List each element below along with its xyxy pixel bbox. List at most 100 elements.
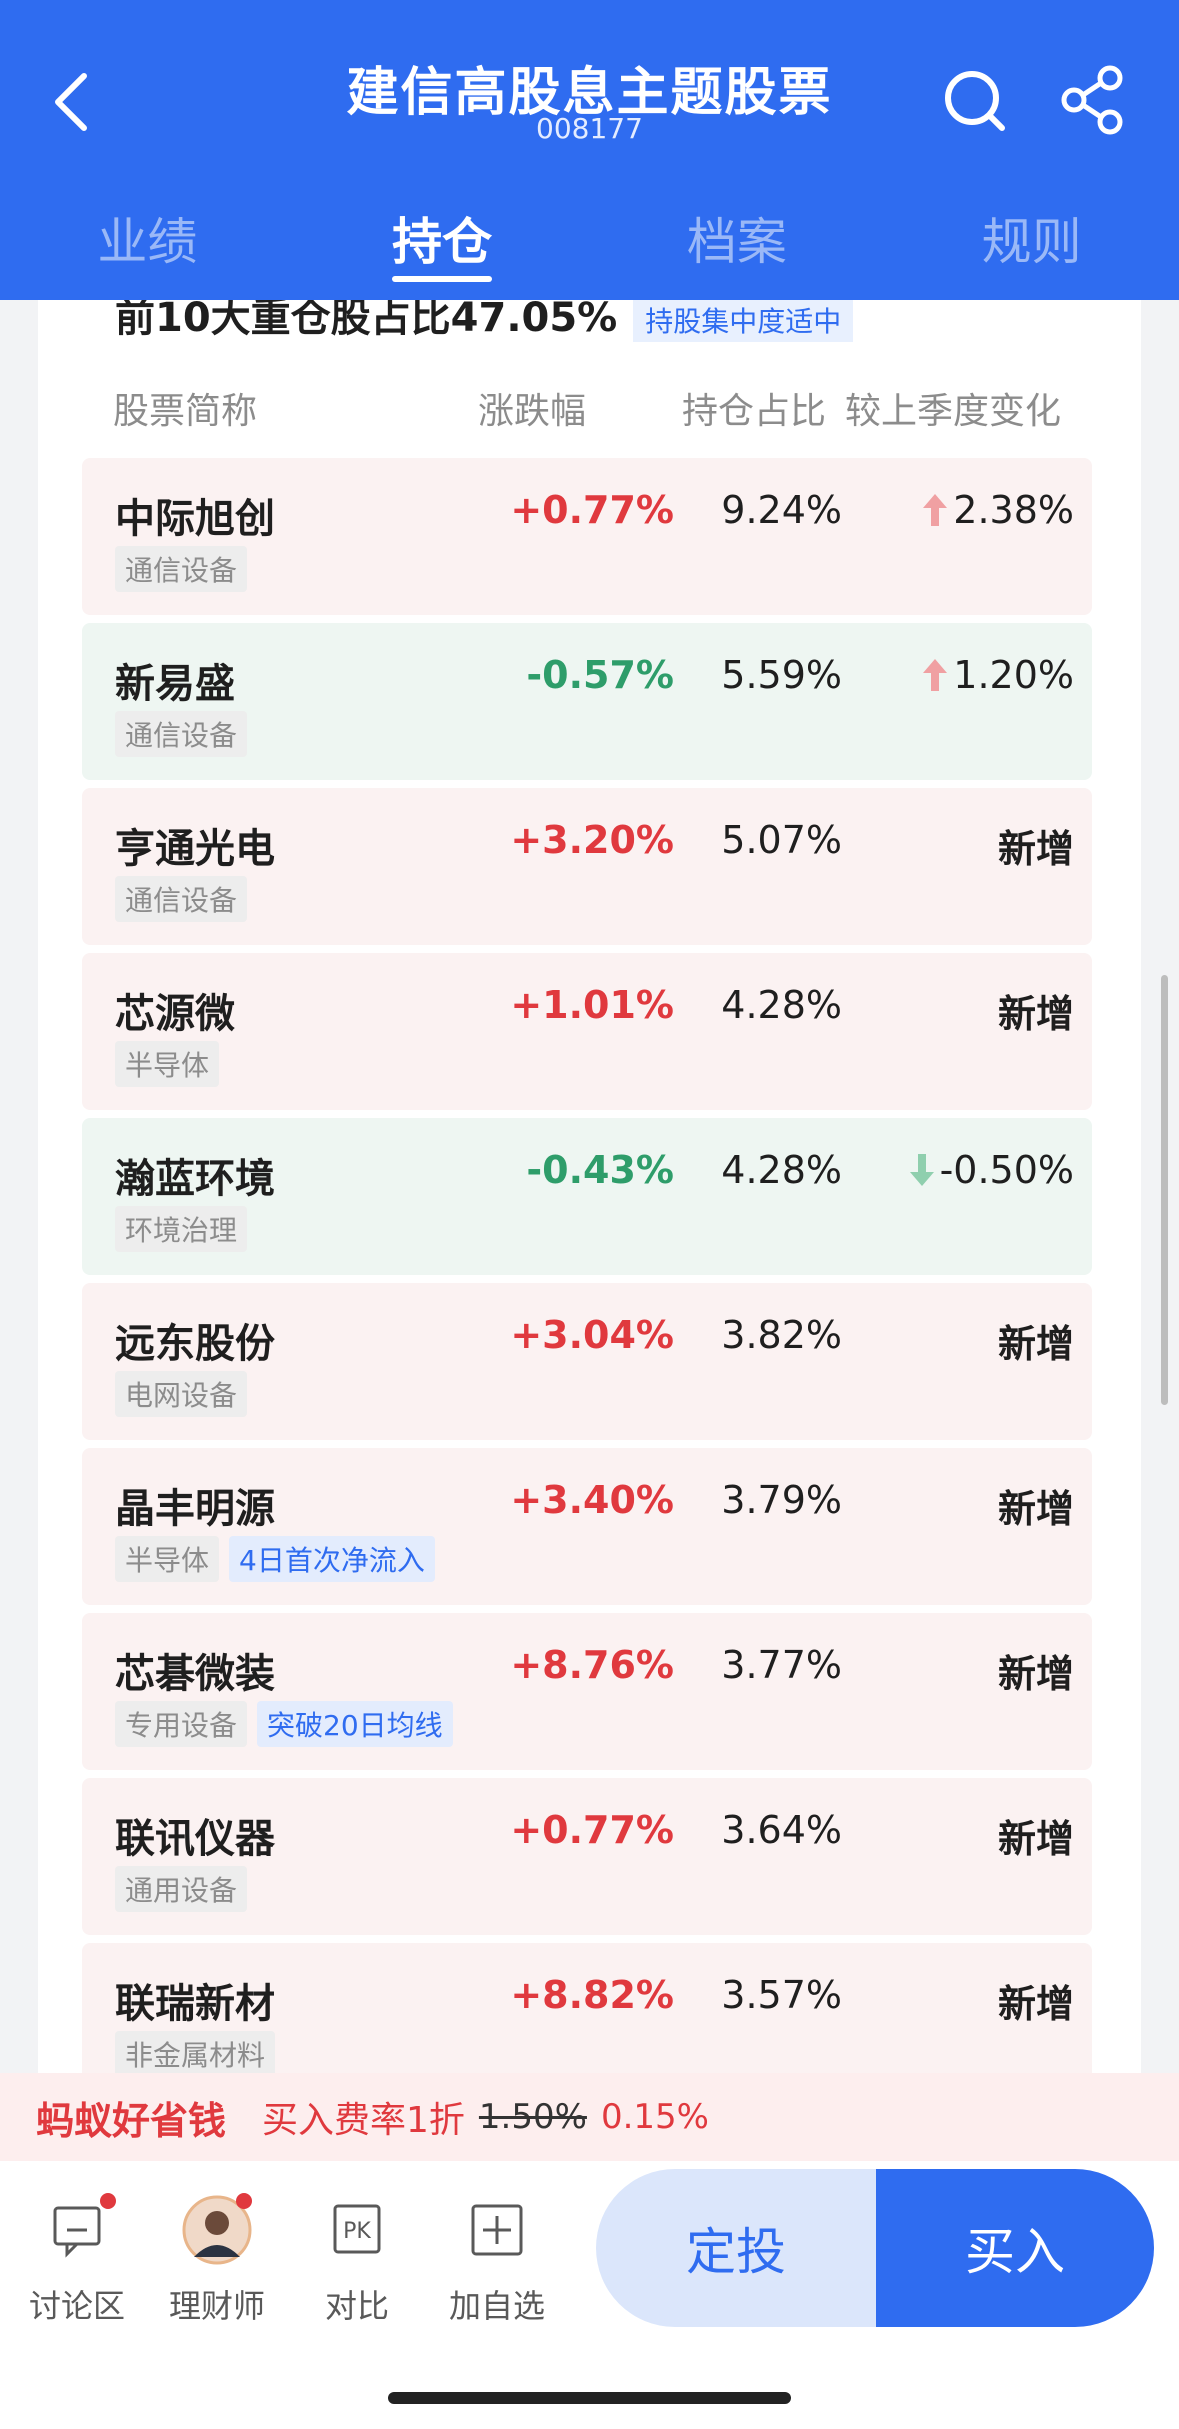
industry-tag: 通用设备: [115, 1866, 248, 1912]
quarter-change: 新增: [998, 1313, 1074, 1368]
plus-icon: [471, 2204, 523, 2256]
holding-row[interactable]: 亨通光电 通信设备 +3.20% 5.07% 新增: [82, 788, 1092, 945]
nav-advisor[interactable]: 理财师: [152, 2191, 282, 2327]
price-change: +3.04%: [510, 1313, 674, 1357]
quarter-change: 新增: [998, 1478, 1074, 1533]
stock-tags: 非金属材料: [115, 2031, 276, 2077]
quarter-change-value: 2.38%: [953, 488, 1074, 532]
nav-label: 讨论区: [28, 2287, 125, 2325]
quarter-change-value: 1.20%: [953, 653, 1074, 697]
quarter-change-value: 新增: [997, 1982, 1074, 2026]
bottom-bar: 讨论区 理财师 PK 对比 加自选 定投 买入: [0, 2161, 1179, 2429]
tab-bar: 业绩 持仓 档案 规则: [0, 190, 1179, 300]
industry-tag: 非金属材料: [115, 2031, 276, 2077]
stock-name: 晶丰明源: [115, 1486, 275, 1532]
stock-name: 芯碁微装: [115, 1651, 275, 1697]
industry-tag: 通信设备: [115, 711, 248, 757]
search-button[interactable]: [940, 62, 1010, 137]
holding-row[interactable]: 新易盛 通信设备 -0.57% 5.59% 1.20%: [82, 623, 1092, 780]
arrow-up-icon: [923, 659, 948, 691]
quarter-change-value: 新增: [997, 827, 1074, 871]
promo-new-rate: 0.15%: [600, 2097, 709, 2137]
nav-discussion[interactable]: 讨论区: [12, 2191, 142, 2327]
quarter-change: 新增: [998, 818, 1074, 873]
industry-tag: 专用设备: [115, 1701, 248, 1747]
holding-row[interactable]: 中际旭创 通信设备 +0.77% 9.24% 2.38%: [82, 458, 1092, 615]
quarter-change-value: 新增: [997, 1817, 1074, 1861]
stock-tags: 专用设备 突破20日均线: [115, 1701, 453, 1747]
stock-name: 亨通光电: [115, 826, 275, 872]
holding-row[interactable]: 芯碁微装 专用设备 突破20日均线 +8.76% 3.77% 新增: [82, 1613, 1092, 1770]
share-button[interactable]: [1058, 62, 1128, 137]
promo-banner[interactable]: 蚂蚁好省钱 买入费率1折 1.50% 0.15%: [0, 2073, 1179, 2161]
nav-label: 加自选: [448, 2287, 545, 2325]
industry-tag: 环境治理: [115, 1206, 248, 1252]
nav-compare[interactable]: PK 对比: [292, 2191, 422, 2327]
quarter-change: 新增: [998, 1643, 1074, 1698]
tab-0[interactable]: 业绩: [0, 190, 295, 300]
price-change: -0.43%: [526, 1148, 674, 1192]
holding-row[interactable]: 晶丰明源 半导体 4日首次净流入 +3.40% 3.79% 新增: [82, 1448, 1092, 1605]
column-header-name: 股票简称: [113, 391, 258, 432]
quarter-change-value: 新增: [997, 1322, 1074, 1366]
holding-weight: 5.07%: [721, 818, 842, 862]
signal-tag: 突破20日均线: [257, 1701, 453, 1747]
quarter-change-value: 新增: [997, 992, 1074, 1036]
industry-tag: 通信设备: [115, 876, 248, 922]
stock-name: 联瑞新材: [115, 1981, 275, 2027]
nav-label: 理财师: [168, 2287, 265, 2325]
fixed-invest-button[interactable]: 定投: [596, 2169, 876, 2327]
holding-weight: 3.64%: [721, 1808, 842, 1852]
price-change: +8.76%: [510, 1643, 674, 1687]
scrollbar[interactable]: [1161, 975, 1168, 1405]
holding-row[interactable]: 芯源微 半导体 +1.01% 4.28% 新增: [82, 953, 1092, 1110]
promo-old-rate: 1.50%: [478, 2097, 587, 2137]
holding-row[interactable]: 瀚蓝环境 环境治理 -0.43% 4.28% -0.50%: [82, 1118, 1092, 1275]
holdings-summary-text: 前10大重仓股占比47.05%: [115, 295, 618, 341]
tab-2[interactable]: 档案: [590, 190, 885, 300]
pk-icon: PK: [333, 2204, 381, 2254]
stock-name: 中际旭创: [115, 496, 275, 542]
industry-tag: 半导体: [115, 1041, 220, 1087]
holding-weight: 3.82%: [721, 1313, 842, 1357]
price-change: +1.01%: [510, 983, 674, 1027]
holding-row[interactable]: 联讯仪器 通用设备 +0.77% 3.64% 新增: [82, 1778, 1092, 1935]
nav-add-watchlist[interactable]: 加自选: [432, 2191, 562, 2327]
arrow-down-icon: [909, 1154, 934, 1186]
column-header-delta: 较上季度变化: [845, 391, 1062, 432]
holding-weight: 3.79%: [721, 1478, 842, 1522]
holdings-list: 中际旭创 通信设备 +0.77% 9.24% 2.38% 新易盛 通信设备 -0.57% 5.5…: [82, 458, 1092, 2108]
stock-tags: 通信设备: [115, 546, 248, 592]
price-change: +3.20%: [510, 818, 674, 862]
holding-row[interactable]: 远东股份 电网设备 +3.04% 3.82% 新增: [82, 1283, 1092, 1440]
stock-name: 芯源微: [115, 991, 235, 1037]
arrow-up-icon: [923, 494, 948, 526]
industry-tag: 电网设备: [115, 1371, 248, 1417]
holding-weight: 4.28%: [721, 983, 842, 1027]
price-change: +3.40%: [510, 1478, 674, 1522]
tab-1[interactable]: 持仓: [295, 190, 590, 300]
stock-tags: 电网设备: [115, 1371, 248, 1417]
holding-weight: 3.77%: [721, 1643, 842, 1687]
quarter-change: 1.20%: [921, 653, 1074, 697]
quarter-change-value: 新增: [997, 1487, 1074, 1531]
promo-text: 买入费率1折: [262, 2100, 465, 2141]
buy-button[interactable]: 买入: [876, 2169, 1154, 2327]
app-header: 建信高股息主题股票 008177 业绩 持仓 档案 规则: [0, 0, 1179, 300]
promo-brand: 蚂蚁好省钱: [36, 2098, 227, 2143]
quarter-change: 新增: [998, 983, 1074, 1038]
holding-weight: 9.24%: [721, 488, 842, 532]
notification-dot: [100, 2193, 116, 2209]
tab-3[interactable]: 规则: [884, 190, 1179, 300]
signal-tag: 4日首次净流入: [229, 1536, 435, 1582]
quarter-change: 2.38%: [921, 488, 1074, 532]
price-change: +8.82%: [510, 1973, 674, 2017]
quarter-change-value: -0.50%: [939, 1148, 1074, 1192]
quarter-change-value: 新增: [997, 1652, 1074, 1696]
column-header-change: 涨跌幅: [478, 391, 587, 432]
nav-label: 对比: [324, 2287, 389, 2325]
stock-tags: 通信设备: [115, 876, 248, 922]
holding-weight: 4.28%: [721, 1148, 842, 1192]
price-change: +0.77%: [510, 1808, 674, 1852]
svg-text:PK: PK: [343, 2219, 371, 2244]
